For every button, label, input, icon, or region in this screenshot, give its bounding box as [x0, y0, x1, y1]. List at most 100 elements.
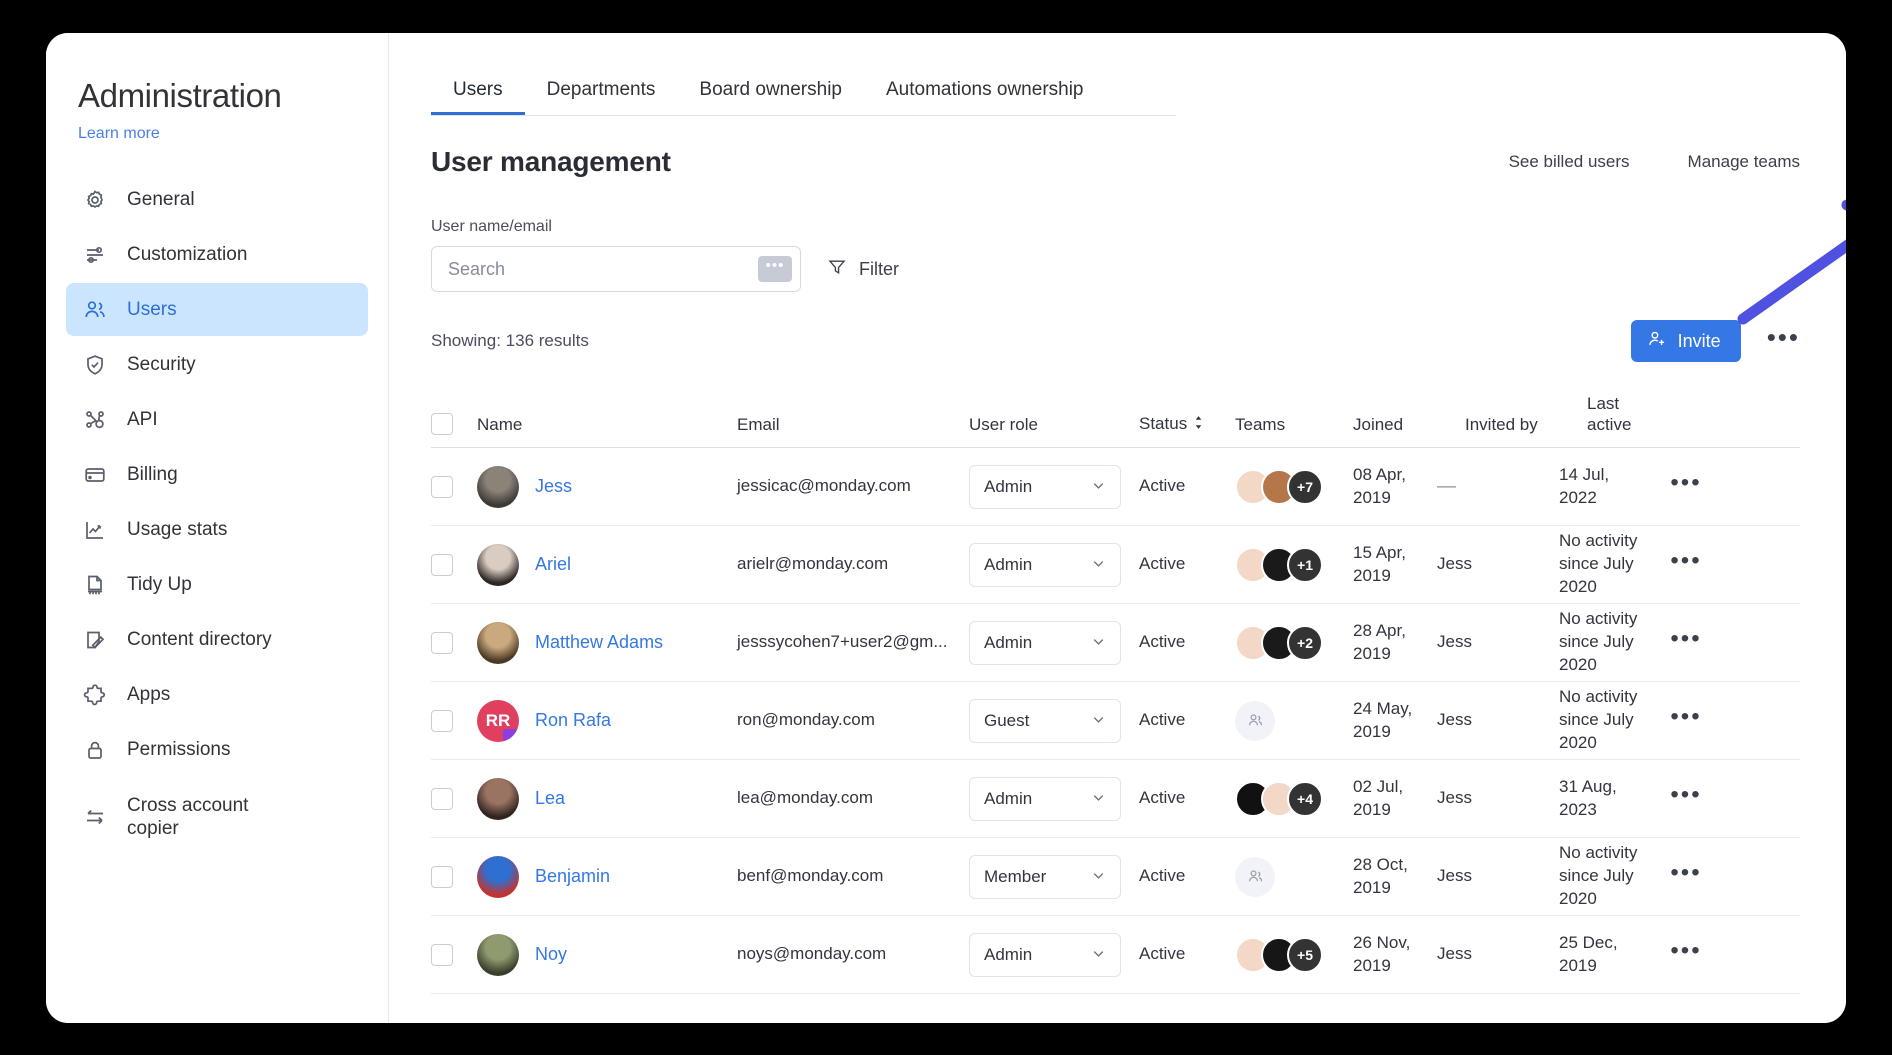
avatar[interactable]: RR — [477, 699, 519, 742]
tab-board-ownership[interactable]: Board ownership — [677, 73, 864, 115]
bottom-fade — [389, 997, 1846, 1023]
row-menu-button[interactable]: ••• — [1670, 626, 1701, 653]
select-all-checkbox[interactable] — [431, 413, 453, 435]
row-checkbox[interactable] — [431, 709, 453, 732]
avatar[interactable] — [477, 855, 519, 898]
user-role-select[interactable]: Admin — [969, 932, 1121, 977]
user-role-select[interactable]: Guest — [969, 698, 1121, 743]
column-header-teams[interactable]: Teams — [1235, 415, 1353, 435]
column-header-name[interactable]: Name — [477, 415, 737, 435]
sidebar-item-label: Users — [127, 298, 177, 320]
cell-status: Active — [1139, 944, 1186, 964]
row-checkbox[interactable] — [431, 553, 453, 576]
sidebar-item-users[interactable]: Users — [66, 283, 368, 336]
team-overflow-count: +1 — [1287, 546, 1323, 583]
row-checkbox[interactable] — [431, 475, 453, 498]
sidebar-item-content-directory[interactable]: Content directory — [66, 613, 368, 666]
row-menu-button[interactable]: ••• — [1670, 860, 1701, 887]
row-select-cell — [431, 553, 477, 576]
cell-teams[interactable]: +2 — [1235, 624, 1353, 661]
cell-user-role: Admin — [969, 776, 1139, 821]
table-row[interactable]: Ariel arielr@monday.com Admin Active +1 15 Ap… — [431, 526, 1800, 604]
column-header-email[interactable]: Email — [737, 415, 969, 435]
sidebar-item-cross-account-copier[interactable]: Cross account copier — [66, 778, 368, 856]
sidebar-item-tidy-up[interactable]: Tidy Up — [66, 558, 368, 611]
table-row[interactable]: Lea lea@monday.com Admin Active +4 02 Jul, 20… — [431, 760, 1800, 838]
row-checkbox[interactable] — [431, 943, 453, 966]
row-select-cell — [431, 631, 477, 654]
tab-users[interactable]: Users — [431, 73, 525, 115]
user-name-link[interactable]: Ariel — [535, 554, 571, 575]
sidebar-item-billing[interactable]: Billing — [66, 448, 368, 501]
sidebar-item-label: Security — [127, 353, 196, 375]
cell-last-active: 25 Dec, 2019 — [1559, 932, 1618, 975]
row-checkbox[interactable] — [431, 865, 453, 888]
user-role-select[interactable]: Admin — [969, 464, 1121, 509]
user-role-select[interactable]: Admin — [969, 542, 1121, 587]
column-header-invited-by[interactable]: Invited by — [1465, 415, 1587, 435]
row-menu-button[interactable]: ••• — [1670, 704, 1701, 731]
learn-more-link[interactable]: Learn more — [78, 125, 160, 143]
cell-teams[interactable] — [1235, 856, 1353, 897]
table-row[interactable]: Jess jessicac@monday.com Admin Active +7 08 A… — [431, 448, 1800, 526]
cell-teams[interactable]: +5 — [1235, 936, 1353, 973]
cell-teams[interactable] — [1235, 700, 1353, 741]
avatar[interactable] — [477, 621, 519, 664]
avatar[interactable] — [477, 777, 519, 820]
manage-teams-link[interactable]: Manage teams — [1688, 152, 1800, 172]
user-name-link[interactable]: Noy — [535, 944, 567, 965]
more-options-button[interactable]: ••• — [1767, 324, 1800, 352]
table-row[interactable]: Noy noys@monday.com Admin Active +5 26 Nov, 2… — [431, 916, 1800, 994]
row-checkbox[interactable] — [431, 631, 453, 654]
row-menu-button[interactable]: ••• — [1670, 470, 1701, 497]
cell-teams[interactable]: +7 — [1235, 468, 1353, 505]
sidebar-item-security[interactable]: Security — [66, 338, 368, 391]
filter-button[interactable]: Filter — [827, 257, 899, 282]
see-billed-users-link[interactable]: See billed users — [1509, 152, 1630, 172]
cell-invited-by: Jess — [1437, 944, 1472, 964]
user-role-value: Guest — [984, 710, 1030, 730]
tab-departments[interactable]: Departments — [525, 73, 678, 115]
user-role-select[interactable]: Member — [969, 854, 1121, 899]
page-header: User management See billed users Manage … — [389, 116, 1846, 178]
user-name-link[interactable]: Ron Rafa — [535, 710, 611, 731]
cell-teams[interactable]: +4 — [1235, 780, 1353, 817]
sort-icon[interactable] — [1193, 415, 1204, 435]
sidebar-item-customization[interactable]: Customization — [66, 228, 368, 281]
user-name-link[interactable]: Jess — [535, 476, 572, 497]
user-role-select[interactable]: Admin — [969, 776, 1121, 821]
sidebar-item-usage-stats[interactable]: Usage stats — [66, 503, 368, 556]
user-role-select[interactable]: Admin — [969, 620, 1121, 665]
user-name-link[interactable]: Lea — [535, 788, 565, 809]
sidebar-nav: General Customization Users Security API… — [46, 173, 388, 856]
search-input[interactable] — [448, 258, 758, 280]
search-box[interactable]: ••• — [431, 246, 801, 292]
user-name-link[interactable]: Matthew Adams — [535, 632, 663, 653]
sidebar-item-apps[interactable]: Apps — [66, 668, 368, 721]
user-name-link[interactable]: Benjamin — [535, 866, 610, 887]
column-header-joined[interactable]: Joined — [1353, 415, 1465, 435]
avatar[interactable] — [477, 543, 519, 586]
sidebar-item-api[interactable]: API — [66, 393, 368, 446]
cell-joined: 28 Oct, 2019 — [1353, 854, 1408, 897]
row-checkbox[interactable] — [431, 787, 453, 810]
results-count: Showing: 136 results — [431, 331, 589, 350]
sidebar-item-permissions[interactable]: Permissions — [66, 723, 368, 776]
sidebar-item-label: API — [127, 408, 158, 430]
sidebar-item-general[interactable]: General — [66, 173, 368, 226]
avatar[interactable] — [477, 465, 519, 508]
row-menu-button[interactable]: ••• — [1670, 782, 1701, 809]
table-row[interactable]: Benjamin benf@monday.com Member Active 28 Oc… — [431, 838, 1800, 916]
row-menu-button[interactable]: ••• — [1670, 938, 1701, 965]
table-row[interactable]: RR Ron Rafa ron@monday.com Guest Active 24 Ma… — [431, 682, 1800, 760]
column-header-user-role[interactable]: User role — [969, 415, 1139, 435]
column-header-status[interactable]: Status — [1139, 414, 1235, 435]
cell-teams[interactable]: +1 — [1235, 546, 1353, 583]
table-row[interactable]: Matthew Adams jesssycohen7+user2@gm... Adm… — [431, 604, 1800, 682]
avatar[interactable] — [477, 933, 519, 976]
column-header-last-active[interactable]: Last active — [1587, 393, 1649, 436]
tab-automations-ownership[interactable]: Automations ownership — [864, 73, 1106, 115]
tidy-up-icon — [82, 572, 108, 598]
invite-button[interactable]: Invite — [1630, 320, 1741, 362]
row-menu-button[interactable]: ••• — [1670, 548, 1701, 575]
